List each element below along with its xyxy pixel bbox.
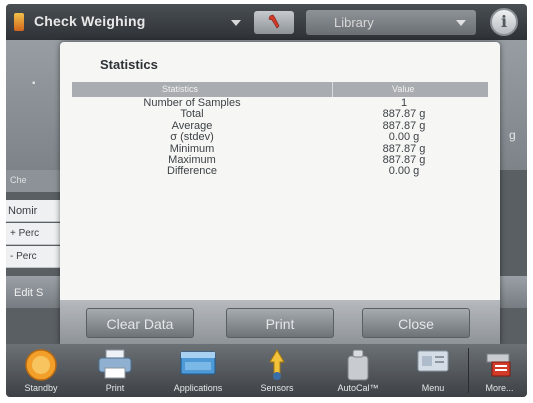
app-dropdown-arrow-icon[interactable] xyxy=(231,20,241,26)
statistic-label: σ (stdev) xyxy=(170,131,214,144)
check-weighing-app-icon xyxy=(14,13,24,31)
print-button[interactable]: Print xyxy=(226,308,334,338)
background-row: + Perc xyxy=(6,223,66,245)
dock-label: More... xyxy=(485,383,514,393)
wrench-icon xyxy=(268,14,280,29)
library-dropdown[interactable]: Library xyxy=(306,10,476,35)
table-header: Statistics Value xyxy=(72,82,488,97)
dock-label: Menu xyxy=(421,383,445,393)
printer-icon xyxy=(98,349,132,379)
sensors-icon xyxy=(269,349,285,380)
table-row: Minimum 887.87 g xyxy=(72,143,488,155)
dialog-footer: Clear Data Print Close xyxy=(60,300,500,347)
background-label: Nomir xyxy=(8,205,38,217)
dock-label: Sensors xyxy=(260,383,294,393)
dock-item-applications[interactable]: Applications xyxy=(158,344,238,397)
standby-icon xyxy=(25,349,57,381)
bottom-dock: Standby Print Applications Sensors AutoC… xyxy=(6,344,527,397)
dock-label: Print xyxy=(105,383,125,393)
clear-data-button[interactable]: Clear Data xyxy=(86,308,194,338)
statistics-dialog: Statistics Statistics Value Number of Sa… xyxy=(60,42,500,347)
close-button[interactable]: Close xyxy=(362,308,470,338)
statistic-value: 0.00 g xyxy=(388,131,420,144)
background-row: - Perc xyxy=(6,246,66,268)
background-label: - Perc xyxy=(10,251,37,262)
top-bar: Check Weighing Library i xyxy=(6,4,527,40)
column-header-value: Value xyxy=(392,84,415,94)
background-label: Che xyxy=(10,175,27,185)
dock-label: Standby xyxy=(24,383,58,393)
dock-item-standby[interactable]: Standby xyxy=(6,344,76,397)
edit-settings-label[interactable]: Edit S xyxy=(14,287,43,299)
table-row: Maximum 887.87 g xyxy=(72,154,488,166)
app-title[interactable]: Check Weighing xyxy=(34,13,145,29)
table-row: Difference 0.00 g xyxy=(72,165,488,178)
table-row: Total 887.87 g xyxy=(72,108,488,120)
statistic-value: 0.00 g xyxy=(388,165,420,178)
dock-item-autocal[interactable]: AutoCal™ xyxy=(320,344,396,397)
background-row: Che xyxy=(6,170,66,192)
menu-icon xyxy=(417,350,449,372)
background-label: + Perc xyxy=(10,228,40,239)
table-row: Number of Samples 1 xyxy=(72,97,488,109)
table-row: σ (stdev) 0.00 g xyxy=(72,131,488,144)
scale-screen: Check Weighing Library i ▪ g Che Nomir +… xyxy=(6,4,527,397)
background-row: Nomir xyxy=(6,200,66,222)
dock-separator xyxy=(468,348,469,393)
library-chevron-down-icon xyxy=(456,20,466,26)
dock-item-menu[interactable]: Menu xyxy=(400,344,466,397)
statistics-table: Number of Samples 1 Total 887.87 g Avera… xyxy=(72,97,488,178)
dock-item-sensors[interactable]: Sensors xyxy=(242,344,312,397)
info-button[interactable]: i xyxy=(490,8,518,36)
column-divider xyxy=(332,82,333,97)
applications-icon xyxy=(180,351,216,375)
statistic-label: Difference xyxy=(167,165,217,178)
dock-item-print[interactable]: Print xyxy=(80,344,150,397)
settings-wrench-button[interactable] xyxy=(254,11,294,34)
dock-label: Applications xyxy=(173,383,223,393)
unit-label: g xyxy=(509,128,516,142)
more-icon xyxy=(486,353,510,377)
dialog-title: Statistics xyxy=(100,57,158,72)
panel-marker: ▪ xyxy=(32,78,36,89)
dock-item-more[interactable]: More... xyxy=(472,344,527,397)
dock-label: AutoCal™ xyxy=(337,383,379,393)
column-header-statistics: Statistics xyxy=(162,84,199,94)
autocal-icon xyxy=(347,349,369,381)
table-row: Average 887.87 g xyxy=(72,120,488,132)
library-label: Library xyxy=(334,15,374,30)
